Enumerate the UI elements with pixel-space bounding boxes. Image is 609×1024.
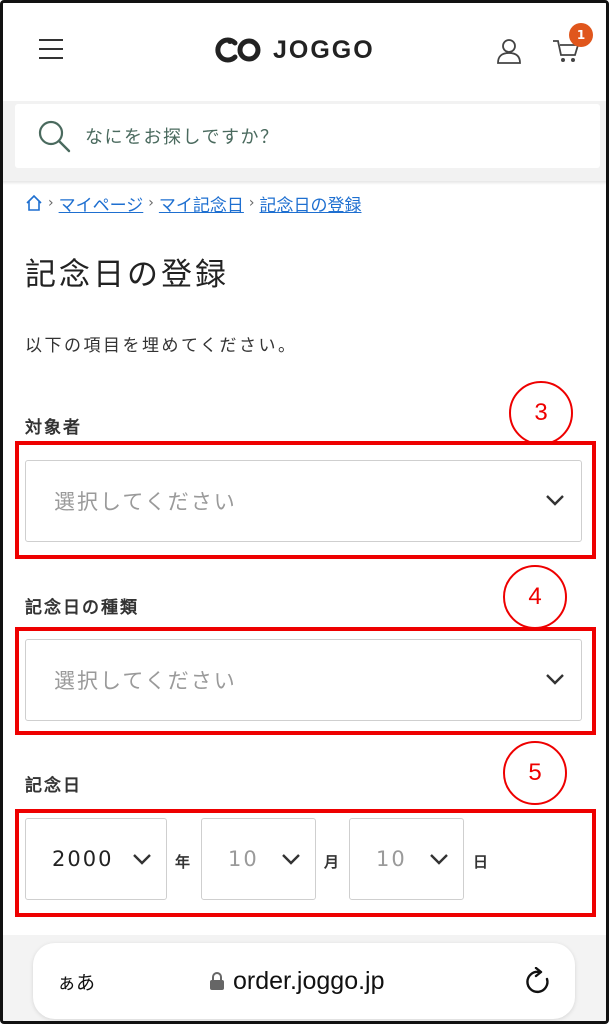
month-select-value: 10 [228,847,259,871]
app-frame: JOGGO 1 なにをお探しですか？ › マイページ › マイ記念日 › 記念日… [0,0,609,1024]
chevron-down-icon [546,495,564,506]
day-select[interactable]: 10 [349,818,464,900]
search-placeholder: なにをお探しですか？ [85,127,280,148]
anniversary-date-label: 記念日 [25,776,82,796]
intro-text: 以下の項目を埋めてください。 [25,336,298,356]
cart-count-badge: 1 [569,23,593,47]
url-display: order.joggo.jp [209,967,385,996]
anniversary-type-label: 記念日の種類 [25,598,139,618]
breadcrumb-mypage[interactable]: マイページ [59,191,144,216]
lock-icon [210,972,224,990]
divider [3,181,606,185]
chevron-down-icon [282,854,300,865]
target-label: 対象者 [25,418,82,438]
chevron-down-icon [430,854,448,865]
site-header: JOGGO 1 [3,3,606,101]
month-unit: 月 [324,853,340,871]
logo-text: JOGGO [273,35,375,64]
month-select[interactable]: 10 [201,818,316,900]
address-bar[interactable]: ぁあ order.joggo.jp [33,943,575,1019]
anniversary-type-select[interactable]: 選択してください [25,639,582,721]
search-icon [38,120,71,153]
chevron-down-icon [546,674,564,685]
breadcrumb: › マイページ › マイ記念日 › 記念日の登録 [25,191,362,216]
url-text: order.joggo.jp [233,966,385,995]
search-area: なにをお探しですか？ [3,101,606,181]
logo-mark-icon [215,37,261,63]
text-size-button[interactable]: ぁあ [57,968,95,995]
logo[interactable]: JOGGO [213,30,375,70]
menu-icon[interactable] [39,39,65,61]
chevron-down-icon [133,854,151,865]
target-select[interactable]: 選択してください [25,460,582,542]
day-unit: 日 [473,853,489,871]
breadcrumb-register-anniversary[interactable]: 記念日の登録 [260,191,362,216]
user-icon[interactable] [495,37,523,65]
breadcrumb-my-anniversary[interactable]: マイ記念日 [159,191,244,216]
annotation-marker-5: 5 [503,741,567,805]
breadcrumb-separator: › [148,195,154,211]
reload-icon[interactable] [525,967,553,997]
day-select-value: 10 [376,847,407,871]
breadcrumb-separator: › [48,195,54,211]
search-input[interactable]: なにをお探しですか？ [15,104,600,168]
year-unit: 年 [175,853,191,871]
home-icon[interactable] [25,194,43,212]
breadcrumb-separator: › [248,195,255,211]
target-select-value: 選択してください [54,490,237,514]
anniversary-type-select-value: 選択してください [54,669,237,693]
page-title: 記念日の登録 [25,257,229,293]
annotation-marker-3: 3 [509,381,573,445]
year-select-value: 2000 [52,847,114,871]
annotation-marker-4: 4 [503,565,567,629]
year-select[interactable]: 2000 [25,818,167,900]
